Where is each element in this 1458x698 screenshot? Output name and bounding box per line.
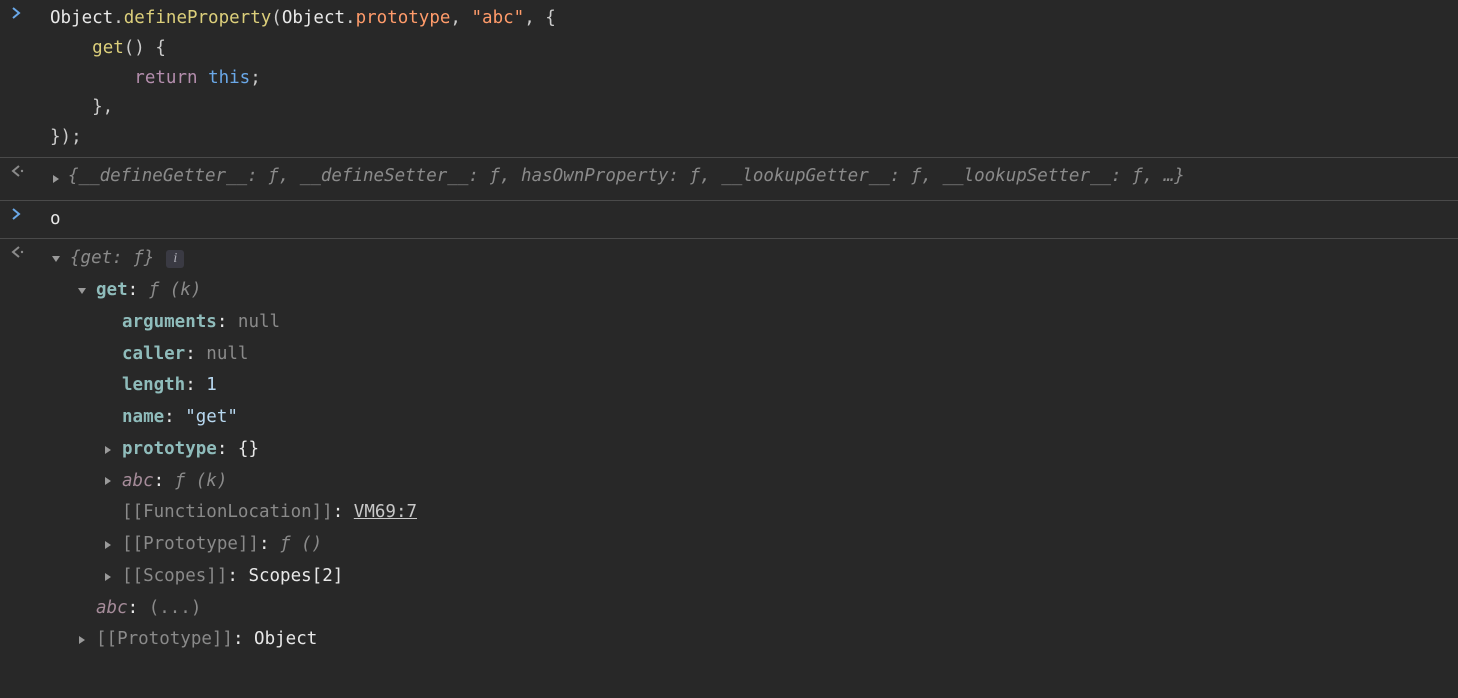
tree-leaf[interactable]: name: "get" (102, 402, 1438, 434)
property-key: length (122, 375, 185, 395)
property-value: Object (254, 629, 317, 649)
tree-leaf[interactable]: caller: null (102, 339, 1438, 371)
source-link[interactable]: VM69:7 (354, 502, 417, 522)
chevron-right-icon[interactable] (102, 539, 116, 551)
input-prompt-icon (10, 205, 50, 221)
object-preview[interactable]: {__defineGetter__: ƒ, __defineSetter__: … (68, 162, 1185, 192)
property-value: 1 (206, 375, 217, 395)
property-key: [[Scopes]] (122, 566, 227, 586)
property-key: [[Prototype]] (122, 534, 259, 554)
tree-leaf[interactable]: arguments: null (102, 307, 1438, 339)
property-value: Scopes[2] (248, 566, 343, 586)
property-value: "get" (185, 407, 238, 427)
object-preview: {get: ƒ} (70, 244, 154, 274)
tree-root[interactable]: {get: ƒ} i (50, 243, 1438, 275)
console-input-code[interactable]: Object.defineProperty(Object.prototype, … (50, 4, 1458, 153)
property-key: abc (96, 598, 128, 618)
property-value: ƒ (k) (149, 280, 202, 300)
tree-leaf[interactable]: [[FunctionLocation]]: VM69:7 (102, 497, 1438, 529)
property-value: ƒ () (280, 534, 322, 554)
tree-leaf[interactable]: length: 1 (102, 370, 1438, 402)
property-key: caller (122, 344, 185, 364)
tree-node-scopes[interactable]: [[Scopes]]: Scopes[2] (102, 561, 1438, 593)
property-key: [[FunctionLocation]] (122, 502, 333, 522)
tree-node-proto[interactable]: [[Prototype]]: ƒ () (102, 529, 1438, 561)
console-output-row: {get: ƒ} i get: ƒ (k) arguments: null ca… (0, 239, 1458, 660)
output-prompt-icon (10, 162, 50, 178)
chevron-right-icon[interactable] (102, 571, 116, 583)
chevron-right-icon[interactable] (102, 475, 116, 487)
object-tree: {get: ƒ} i get: ƒ (k) arguments: null ca… (50, 243, 1458, 656)
property-key: name (122, 407, 164, 427)
console-output-row: {__defineGetter__: ƒ, __defineSetter__: … (0, 158, 1458, 201)
property-value: ƒ (k) (175, 471, 228, 491)
console-input-row: o (0, 201, 1458, 240)
property-key: arguments (122, 312, 217, 332)
console-input-code[interactable]: o (50, 205, 1458, 235)
tree-node-proto[interactable]: [[Prototype]]: Object (76, 624, 1438, 656)
property-value-getter[interactable]: (...) (149, 598, 202, 618)
property-value: null (238, 312, 280, 332)
property-key: prototype (122, 439, 217, 459)
tree-node-abc[interactable]: abc: ƒ (k) (102, 466, 1438, 498)
output-prompt-icon (10, 243, 50, 259)
property-key: [[Prototype]] (96, 629, 233, 649)
chevron-right-icon[interactable] (76, 634, 90, 646)
tree-node-prototype[interactable]: prototype: {} (102, 434, 1438, 466)
property-value: null (206, 344, 248, 364)
info-icon[interactable]: i (166, 250, 184, 268)
chevron-down-icon[interactable] (50, 253, 64, 265)
tree-node-get[interactable]: get: ƒ (k) (76, 275, 1438, 307)
console-input-row: Object.defineProperty(Object.prototype, … (0, 0, 1458, 158)
chevron-right-icon[interactable] (102, 444, 116, 456)
chevron-down-icon[interactable] (76, 285, 90, 297)
tree-leaf-abc[interactable]: abc: (...) (76, 593, 1438, 625)
property-value: {} (238, 439, 259, 459)
input-prompt-icon (10, 4, 50, 20)
property-key: get (96, 280, 128, 300)
property-key: abc (122, 471, 154, 491)
expand-object-icon[interactable] (50, 162, 68, 196)
